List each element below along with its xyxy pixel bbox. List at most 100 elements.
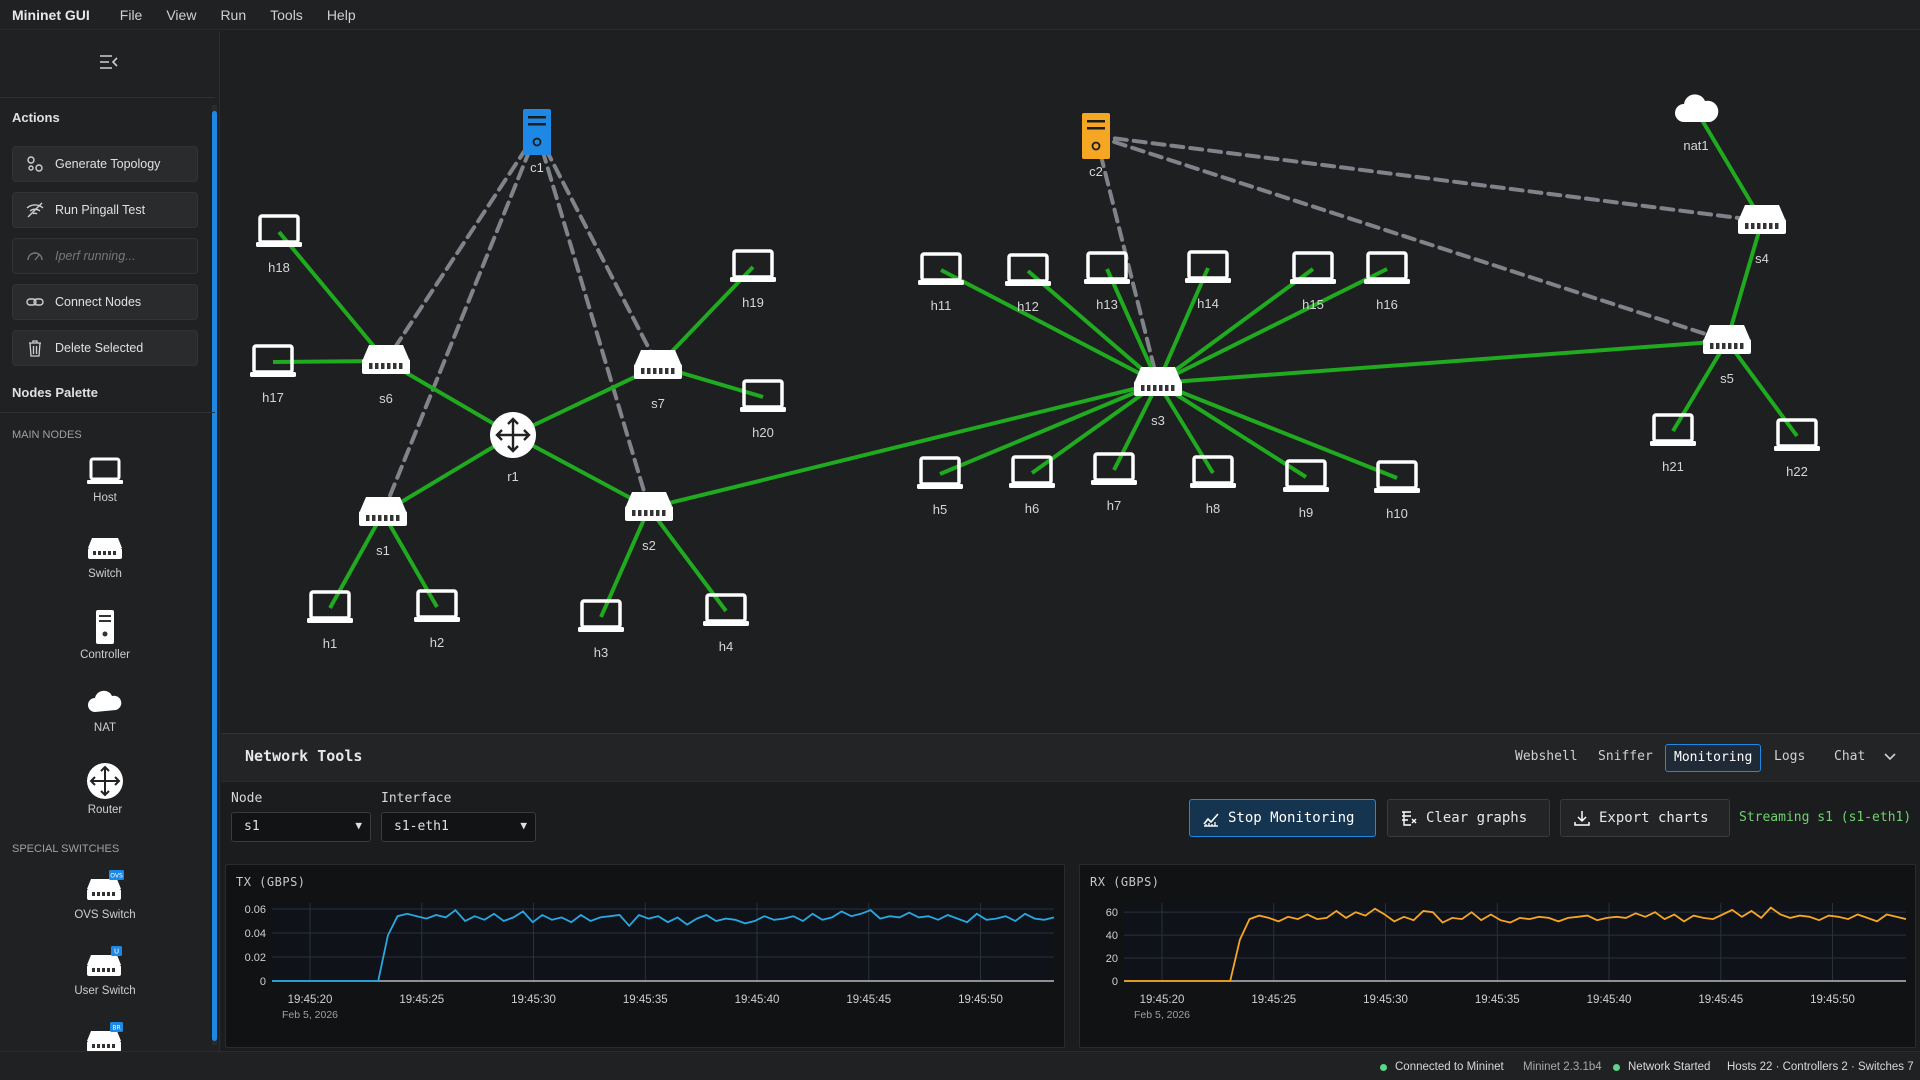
palette-router[interactable]: Router	[40, 762, 170, 834]
node-label-h5: h5	[932, 502, 948, 517]
palette-user-switch[interactable]: U User Switch	[40, 945, 170, 1017]
run-pingall-button[interactable]: Run Pingall Test	[12, 192, 198, 228]
link[interactable]	[648, 381, 1159, 510]
actions-title: Actions	[12, 110, 60, 125]
switch-icon[interactable]	[359, 497, 407, 526]
link[interactable]	[1156, 381, 1215, 475]
topology-canvas[interactable]: c1 c2 nat1 r1 s1 s2 s3 s4 s5 s6 s7 h1 h2 h3 h4 h5 h6 h7 h8…	[221, 31, 1920, 733]
delete-selected-button[interactable]: Delete Selected	[12, 330, 198, 366]
host-icon[interactable]	[918, 252, 964, 285]
x-tick-label: 19:45:45	[1698, 994, 1743, 1006]
switch-icon[interactable]	[634, 350, 682, 379]
x-tick-label: 19:45:40	[735, 994, 780, 1006]
divider	[0, 412, 215, 413]
switch-icon[interactable]	[1134, 367, 1182, 396]
link[interactable]	[1157, 339, 1728, 385]
x-axis-date: Feb 5, 2026	[1134, 1009, 1190, 1021]
streaming-status: Streaming s1 (s1-eth1)	[1739, 810, 1912, 825]
sidebar-scrollbar-thumb[interactable]	[212, 111, 217, 1041]
iperf-button[interactable]: Iperf running...	[12, 238, 198, 274]
main-nodes-label: MAIN NODES	[12, 429, 82, 441]
network-status-text: Network Started	[1628, 1061, 1711, 1073]
menu-tools[interactable]: Tools	[270, 7, 303, 23]
cloud-icon[interactable]	[1675, 94, 1719, 122]
menu-file[interactable]: File	[120, 7, 143, 23]
node-label-h9: h9	[1298, 505, 1314, 520]
switch-icon[interactable]	[1738, 205, 1786, 234]
x-tick-label: 19:45:25	[1251, 994, 1296, 1006]
chevron-down-icon: ▼	[355, 819, 362, 832]
switch-icon[interactable]	[625, 492, 673, 521]
topology-graph[interactable]	[221, 31, 1920, 733]
menu-run[interactable]: Run	[220, 7, 246, 23]
link[interactable]	[1671, 339, 1729, 433]
palette-nat[interactable]: NAT	[40, 686, 170, 758]
download-icon	[1574, 811, 1590, 826]
tab-monitoring[interactable]: Monitoring	[1665, 744, 1762, 772]
stop-monitoring-button[interactable]: Stop Monitoring	[1189, 799, 1376, 837]
status-bar: Connected to Mininet Mininet 2.3.1b4 Net…	[0, 1051, 1920, 1080]
link[interactable]	[1694, 108, 1764, 223]
controller-icon[interactable]	[523, 109, 551, 155]
tab-sniffer[interactable]: Sniffer	[1590, 744, 1661, 772]
palette-router-label: Router	[87, 804, 123, 816]
network-tools-header: Network Tools Webshell Sniffer Monitorin…	[221, 734, 1920, 782]
y-tick-label: 0.02	[245, 952, 266, 964]
connect-nodes-button[interactable]: Connect Nodes	[12, 284, 198, 320]
link[interactable]	[1157, 267, 1388, 385]
switch-icon[interactable]	[1703, 325, 1751, 354]
palette-controller[interactable]: Controller	[40, 609, 170, 681]
host-icon[interactable]	[1290, 251, 1336, 284]
palette-bridge-switch[interactable]: BR	[40, 1021, 170, 1051]
network-tools-panel: Network Tools Webshell Sniffer Monitorin…	[221, 733, 1920, 1051]
node-select[interactable]: s1 ▼	[231, 812, 371, 842]
link[interactable]	[1725, 220, 1764, 342]
tab-logs[interactable]: Logs	[1766, 744, 1813, 772]
controller-icon	[96, 610, 114, 644]
node-label-h20: h20	[752, 425, 774, 440]
host-icon[interactable]	[730, 249, 776, 282]
export-charts-button[interactable]: Export charts	[1560, 799, 1730, 837]
generate-topology-button[interactable]: Generate Topology	[12, 146, 198, 182]
link[interactable]	[277, 230, 388, 363]
node-label-h2: h2	[429, 635, 445, 650]
menu-view[interactable]: View	[166, 7, 196, 23]
status-dot	[1613, 1063, 1620, 1071]
host-icon[interactable]	[256, 214, 302, 247]
palette-switch[interactable]: Switch	[40, 532, 170, 604]
tx-chart: TX (GBPS) 0 0.02 0.04 0.06 19:45:20 19:45:25 1…	[225, 864, 1065, 1048]
connection-status-text: Connected to Mininet	[1395, 1061, 1504, 1073]
router-icon[interactable]	[490, 412, 536, 458]
palette-ovs-switch[interactable]: OVS OVS Switch	[40, 869, 170, 941]
node-label-h3: h3	[593, 645, 609, 660]
link[interactable]	[381, 512, 439, 608]
host-icon[interactable]	[1185, 250, 1231, 283]
host-icon[interactable]	[1084, 251, 1130, 284]
node-counts: Hosts 22 · Controllers 2 · Switches 7	[1727, 1061, 1914, 1073]
node-label-c1: c1	[530, 160, 544, 175]
stop-monitoring-label: Stop Monitoring	[1228, 810, 1355, 826]
palette-host[interactable]: Host	[40, 456, 170, 528]
collapse-panel-chevron-down-icon[interactable]	[1883, 750, 1897, 769]
network-tools-title: Network Tools	[245, 747, 363, 765]
svg-text:BR: BR	[112, 1025, 120, 1032]
tab-chat[interactable]: Chat	[1826, 744, 1873, 772]
host-icon[interactable]	[1364, 251, 1410, 284]
x-tick-label: 19:45:40	[1587, 994, 1632, 1006]
x-tick-label: 19:45:20	[1140, 994, 1185, 1006]
interface-select[interactable]: s1-eth1 ▼	[381, 812, 536, 842]
menu-help[interactable]: Help	[327, 7, 356, 23]
node-label-h6: h6	[1024, 501, 1040, 516]
status-dot	[1380, 1063, 1387, 1071]
controller-icon[interactable]	[1082, 113, 1110, 159]
sidebar: Actions Generate Topology Run Pingall Te…	[0, 31, 220, 1051]
host-icon[interactable]	[1005, 253, 1051, 286]
control-link[interactable]	[1094, 134, 1764, 223]
x-tick-label: 19:45:50	[958, 994, 1003, 1006]
user-switch-icon: U	[87, 946, 122, 976]
collapse-sidebar-icon[interactable]	[98, 53, 120, 71]
switch-icon[interactable]	[362, 345, 410, 374]
clear-graphs-button[interactable]: Clear graphs	[1387, 799, 1550, 837]
svg-text:U: U	[114, 948, 119, 956]
tab-webshell[interactable]: Webshell	[1507, 744, 1586, 772]
